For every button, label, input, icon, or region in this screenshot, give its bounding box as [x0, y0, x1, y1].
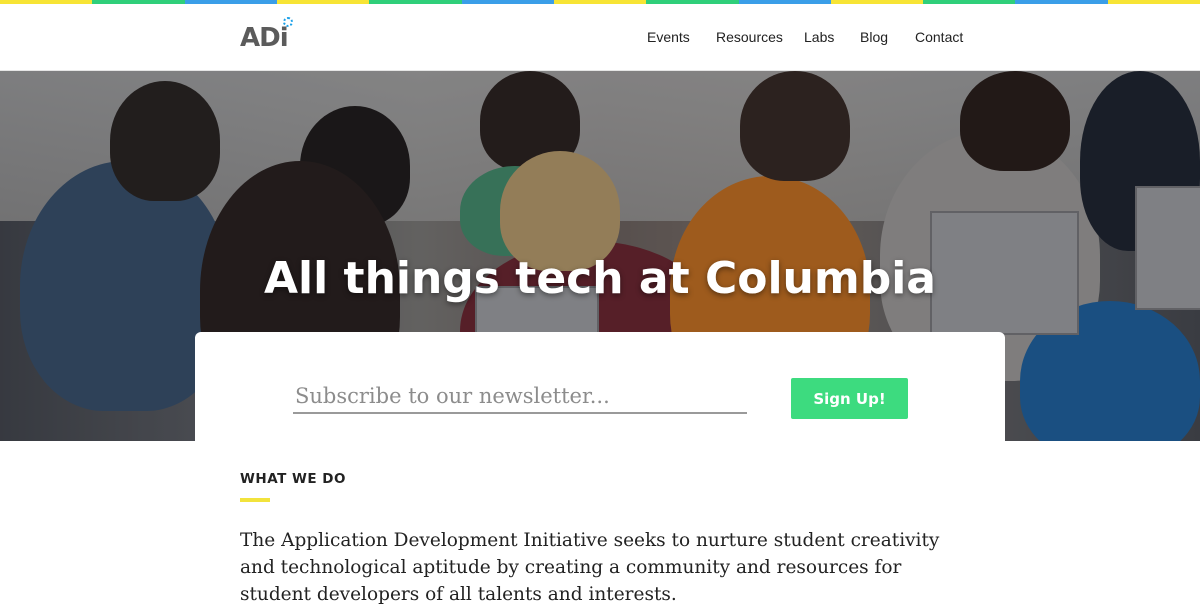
- newsletter-card: Sign Up!: [195, 332, 1005, 462]
- hero-title: All things tech at Columbia: [264, 253, 936, 304]
- about-paragraph: The Application Development Initiative s…: [240, 530, 940, 605]
- nav-resources[interactable]: Resources: [716, 29, 783, 45]
- gear-icon: [282, 17, 293, 27]
- nav-labs[interactable]: Labs: [804, 29, 834, 45]
- top-navbar: AD i Events Resources Labs Blog Contact: [0, 4, 1200, 71]
- logo-text-i: i: [280, 17, 293, 53]
- nav-blog[interactable]: Blog: [860, 29, 888, 45]
- section-underline: [240, 498, 270, 502]
- section-heading: WHAT WE DO: [240, 471, 346, 487]
- newsletter-email-input[interactable]: [293, 380, 747, 414]
- adi-logo[interactable]: AD i: [240, 17, 293, 53]
- logo-text: AD: [240, 23, 281, 53]
- sign-up-button[interactable]: Sign Up!: [791, 378, 908, 419]
- nav-contact[interactable]: Contact: [915, 29, 963, 45]
- nav-events[interactable]: Events: [647, 29, 690, 45]
